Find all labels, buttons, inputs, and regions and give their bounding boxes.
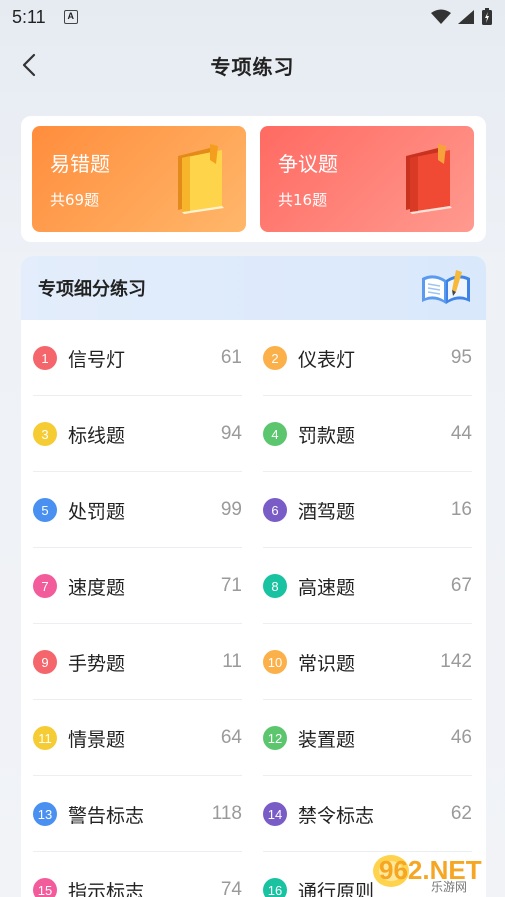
battery-icon <box>482 8 492 25</box>
item-number-badge: 7 <box>33 574 57 598</box>
item-number-badge: 14 <box>263 802 287 826</box>
item-label: 手势题 <box>68 652 126 675</box>
item-number-badge: 5 <box>33 498 57 522</box>
item-count: 11 <box>222 651 242 672</box>
item-number-badge: 9 <box>33 650 57 674</box>
item-label: 标线题 <box>68 424 126 447</box>
item-count: 99 <box>220 499 242 520</box>
subcategory-item[interactable]: 14 禁令标志 62 <box>263 776 472 852</box>
book-icon <box>178 144 224 214</box>
subcategory-item[interactable]: 11 情景题 64 <box>33 700 242 776</box>
section-header: 专项细分练习 <box>21 256 486 320</box>
status-time: 5:11 <box>12 6 46 27</box>
item-count: 94 <box>220 423 242 444</box>
item-number-badge: 4 <box>263 422 287 446</box>
status-bar: 5:11 A <box>0 0 505 34</box>
disputed-questions-button[interactable]: 争议题 共16题 <box>260 126 474 232</box>
item-label: 警告标志 <box>68 804 145 827</box>
item-label: 情景题 <box>68 728 126 751</box>
item-label: 装置题 <box>298 728 356 751</box>
subcategory-item[interactable]: 2 仪表灯 95 <box>263 320 472 396</box>
subcategory-practice-card: 专项细分练习 1 信号灯 61 2 仪表灯 95 3 标线题 94 4 罚款题 44 5 处罚题 99 6 酒驾… <box>21 256 486 897</box>
item-label: 酒驾题 <box>298 500 356 523</box>
item-number-badge: 1 <box>33 346 57 370</box>
item-count: 16 <box>450 499 472 520</box>
item-count: 67 <box>450 575 472 596</box>
item-count: 61 <box>220 347 242 368</box>
item-label: 通行原则 <box>298 880 375 897</box>
item-number-badge: 2 <box>263 346 287 370</box>
book-icon <box>406 144 452 214</box>
item-label: 仪表灯 <box>298 348 356 371</box>
item-label: 处罚题 <box>68 500 126 523</box>
featured-practice-card: 易错题 共69题 争议题 共16题 <box>21 116 486 242</box>
page-title: 专项练习 <box>210 54 295 79</box>
subcategory-item[interactable]: 4 罚款题 44 <box>263 396 472 472</box>
item-count: 74 <box>220 879 242 897</box>
subcategory-item[interactable]: 10 常识题 142 <box>263 624 472 700</box>
subcategory-item[interactable]: 13 警告标志 118 <box>33 776 242 852</box>
item-number-badge: 10 <box>263 650 287 674</box>
item-number-badge: 3 <box>33 422 57 446</box>
item-count: 118 <box>211 803 242 824</box>
subcategory-item[interactable]: 9 手势题 11 <box>33 624 242 700</box>
item-count: 62 <box>450 803 472 824</box>
nav-bar: 专项练习 <box>0 40 505 90</box>
item-count: 95 <box>450 347 472 368</box>
svg-text:乐游网: 乐游网 <box>431 880 467 893</box>
item-number-badge: 16 <box>263 878 287 897</box>
subcategory-item[interactable]: 6 酒驾题 16 <box>263 472 472 548</box>
item-count: 142 <box>440 651 472 672</box>
item-count: 71 <box>220 575 242 596</box>
chevron-left-icon <box>22 53 36 77</box>
subcategory-item[interactable]: 5 处罚题 99 <box>33 472 242 548</box>
item-count: 64 <box>220 727 242 748</box>
subcategory-item[interactable]: 1 信号灯 61 <box>33 320 242 396</box>
item-label: 信号灯 <box>68 348 126 371</box>
item-label: 指示标志 <box>68 880 145 897</box>
item-number-badge: 15 <box>33 878 57 897</box>
item-count: 44 <box>450 423 472 444</box>
item-number-badge: 6 <box>263 498 287 522</box>
item-number-badge: 8 <box>263 574 287 598</box>
site-watermark-logo: 962.NET 乐游网 <box>373 855 482 893</box>
item-label: 常识题 <box>298 652 356 675</box>
subcategory-item[interactable]: 12 装置题 46 <box>263 700 472 776</box>
wifi-icon <box>431 9 451 24</box>
item-number-badge: 13 <box>33 802 57 826</box>
item-label: 禁令标志 <box>298 804 375 827</box>
item-label: 高速题 <box>298 576 356 599</box>
open-book-pen-icon <box>422 270 470 304</box>
item-count: 46 <box>450 727 472 748</box>
item-number-badge: 12 <box>263 726 287 750</box>
subcategory-item[interactable]: 15 指示标志 74 <box>33 852 242 897</box>
error-prone-questions-button[interactable]: 易错题 共69题 <box>32 126 246 232</box>
subcategory-item[interactable]: 8 高速题 67 <box>263 548 472 624</box>
item-label: 罚款题 <box>298 424 356 447</box>
item-number-badge: 11 <box>33 726 57 750</box>
back-button[interactable] <box>14 50 44 80</box>
section-title: 专项细分练习 <box>38 279 146 300</box>
notification-icon: A <box>63 10 78 24</box>
item-label: 速度题 <box>68 576 126 599</box>
signal-icon <box>458 10 474 24</box>
subcategory-item[interactable]: 7 速度题 71 <box>33 548 242 624</box>
subcategory-item[interactable]: 3 标线题 94 <box>33 396 242 472</box>
